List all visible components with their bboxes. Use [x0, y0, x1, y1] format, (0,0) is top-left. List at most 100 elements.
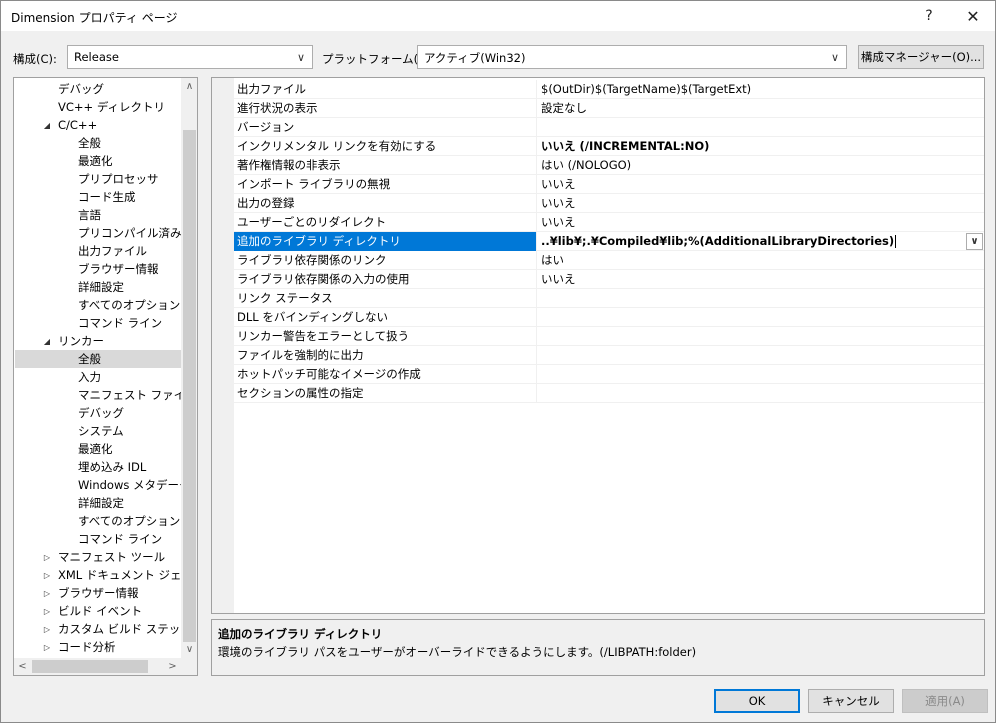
- property-value[interactable]: [538, 308, 984, 327]
- tree-item[interactable]: コード生成: [78, 188, 136, 206]
- property-value[interactable]: [538, 365, 984, 384]
- expand-icon[interactable]: ▷: [42, 566, 52, 584]
- property-row[interactable]: ファイルを強制的に出力: [234, 346, 984, 365]
- help-button[interactable]: ?: [907, 1, 951, 31]
- tree-item[interactable]: 全般: [78, 350, 101, 368]
- property-value[interactable]: [538, 118, 984, 137]
- property-row[interactable]: 出力ファイル $(OutDir)$(TargetName)$(TargetExt): [234, 80, 984, 99]
- tree-item[interactable]: 全般: [78, 134, 101, 152]
- tree-item[interactable]: 出力ファイル: [78, 242, 147, 260]
- platform-select[interactable]: アクティブ(Win32) ∨: [417, 45, 847, 69]
- property-row[interactable]: 著作権情報の非表示 はい (/NOLOGO): [234, 156, 984, 175]
- property-row[interactable]: 出力の登録 いいえ: [234, 194, 984, 213]
- property-name[interactable]: ホットパッチ可能なイメージの作成: [234, 365, 537, 384]
- property-row[interactable]: セクションの属性の指定: [234, 384, 984, 403]
- tree-horizontal-scrollbar[interactable]: < >: [14, 658, 181, 675]
- property-name[interactable]: リンカー警告をエラーとして扱う: [234, 327, 537, 346]
- property-value[interactable]: はい: [538, 251, 984, 270]
- property-value[interactable]: [538, 289, 984, 308]
- property-row[interactable]: 進行状況の表示 設定なし: [234, 99, 984, 118]
- tree-item[interactable]: コマンド ライン: [78, 530, 162, 548]
- property-row[interactable]: ホットパッチ可能なイメージの作成: [234, 365, 984, 384]
- property-name[interactable]: 進行状況の表示: [234, 99, 537, 118]
- expand-icon[interactable]: ▷: [42, 548, 52, 566]
- property-row[interactable]: DLL をバインディングしない: [234, 308, 984, 327]
- tree-item[interactable]: 詳細設定: [78, 494, 124, 512]
- property-row[interactable]: 追加のライブラリ ディレクトリ ..¥lib¥;.¥Compiled¥lib;%(…: [234, 232, 984, 251]
- property-name[interactable]: ファイルを強制的に出力: [234, 346, 537, 365]
- tree-item[interactable]: コード分析: [58, 638, 116, 656]
- tree-item[interactable]: すべてのオプション: [78, 296, 180, 314]
- property-name[interactable]: インクリメンタル リンクを有効にする: [234, 137, 537, 156]
- scroll-thumb[interactable]: [32, 660, 148, 673]
- property-name[interactable]: DLL をバインディングしない: [234, 308, 537, 327]
- chevron-down-icon[interactable]: ∨: [966, 233, 983, 250]
- property-row[interactable]: リンカー警告をエラーとして扱う: [234, 327, 984, 346]
- property-row[interactable]: リンク ステータス: [234, 289, 984, 308]
- tree-item[interactable]: ブラウザー情報: [58, 584, 139, 602]
- tree-item[interactable]: 入力: [78, 368, 101, 386]
- property-name[interactable]: ライブラリ依存関係のリンク: [234, 251, 537, 270]
- property-row[interactable]: インポート ライブラリの無視 いいえ: [234, 175, 984, 194]
- tree-item[interactable]: マニフェスト ファイル: [78, 386, 197, 404]
- scroll-up-icon[interactable]: ∧: [181, 78, 197, 95]
- property-value[interactable]: [538, 346, 984, 365]
- property-value[interactable]: $(OutDir)$(TargetName)$(TargetExt): [538, 80, 984, 99]
- property-row[interactable]: ライブラリ依存関係のリンク はい: [234, 251, 984, 270]
- tree-item[interactable]: システム: [78, 422, 124, 440]
- property-row[interactable]: インクリメンタル リンクを有効にする いいえ (/INCREMENTAL:NO): [234, 137, 984, 156]
- configuration-select[interactable]: Release ∨: [67, 45, 313, 69]
- tree-item[interactable]: マニフェスト ツール: [58, 548, 165, 566]
- property-name[interactable]: ライブラリ依存関係の入力の使用: [234, 270, 537, 289]
- tree-item[interactable]: 埋め込み IDL: [78, 458, 146, 476]
- property-value[interactable]: ..¥lib¥;.¥Compiled¥lib;%(AdditionalLibra…: [538, 232, 984, 251]
- tree-item[interactable]: ブラウザー情報: [78, 260, 159, 278]
- property-row[interactable]: ライブラリ依存関係の入力の使用 いいえ: [234, 270, 984, 289]
- tree-item[interactable]: 最適化: [78, 440, 113, 458]
- configuration-manager-button[interactable]: 構成マネージャー(O)...: [858, 45, 984, 69]
- scroll-thumb[interactable]: [183, 130, 196, 642]
- property-row[interactable]: ユーザーごとのリダイレクト いいえ: [234, 213, 984, 232]
- expand-icon[interactable]: ▷: [42, 602, 52, 620]
- property-name[interactable]: バージョン: [234, 118, 537, 137]
- property-value[interactable]: いいえ: [538, 194, 984, 213]
- property-name[interactable]: インポート ライブラリの無視: [234, 175, 537, 194]
- tree-item[interactable]: 詳細設定: [78, 278, 124, 296]
- property-value[interactable]: 設定なし: [538, 99, 984, 118]
- tree-item[interactable]: デバッグ: [58, 80, 104, 98]
- tree-item[interactable]: C/C++: [58, 116, 97, 134]
- property-name[interactable]: ユーザーごとのリダイレクト: [234, 213, 537, 232]
- scroll-left-icon[interactable]: <: [14, 658, 31, 675]
- property-value[interactable]: いいえ: [538, 175, 984, 194]
- property-value[interactable]: いいえ: [538, 270, 984, 289]
- property-value[interactable]: [538, 384, 984, 403]
- expand-icon[interactable]: ▷: [42, 638, 52, 656]
- property-name[interactable]: 追加のライブラリ ディレクトリ: [234, 232, 537, 251]
- ok-button[interactable]: OK: [714, 689, 800, 713]
- tree-item[interactable]: 言語: [78, 206, 101, 224]
- tree-item[interactable]: XML ドキュメント ジェネレー: [58, 566, 197, 584]
- expand-icon[interactable]: ▷: [42, 584, 52, 602]
- collapse-icon[interactable]: ◢: [42, 116, 52, 134]
- collapse-icon[interactable]: ◢: [42, 332, 52, 350]
- cancel-button[interactable]: キャンセル: [808, 689, 894, 713]
- property-name[interactable]: 出力の登録: [234, 194, 537, 213]
- property-name[interactable]: リンク ステータス: [234, 289, 537, 308]
- tree-item[interactable]: ビルド イベント: [58, 602, 142, 620]
- tree-item[interactable]: 最適化: [78, 152, 113, 170]
- tree-vertical-scrollbar[interactable]: ∧ ∨: [181, 78, 197, 658]
- expand-icon[interactable]: ▷: [42, 620, 52, 638]
- tree-item[interactable]: デバッグ: [78, 404, 124, 422]
- tree-item[interactable]: プリプロセッサ: [78, 170, 159, 188]
- property-value[interactable]: いいえ: [538, 213, 984, 232]
- close-button[interactable]: ✕: [951, 1, 995, 31]
- tree-item[interactable]: プリコンパイル済みヘッ: [78, 224, 197, 242]
- property-value[interactable]: [538, 327, 984, 346]
- property-name[interactable]: 著作権情報の非表示: [234, 156, 537, 175]
- tree-item[interactable]: カスタム ビルド ステップ: [58, 620, 192, 638]
- tree-item[interactable]: すべてのオプション: [78, 512, 180, 530]
- scroll-right-icon[interactable]: >: [164, 658, 181, 675]
- tree-item[interactable]: VC++ ディレクトリ: [58, 98, 165, 116]
- property-name[interactable]: セクションの属性の指定: [234, 384, 537, 403]
- property-name[interactable]: 出力ファイル: [234, 80, 537, 99]
